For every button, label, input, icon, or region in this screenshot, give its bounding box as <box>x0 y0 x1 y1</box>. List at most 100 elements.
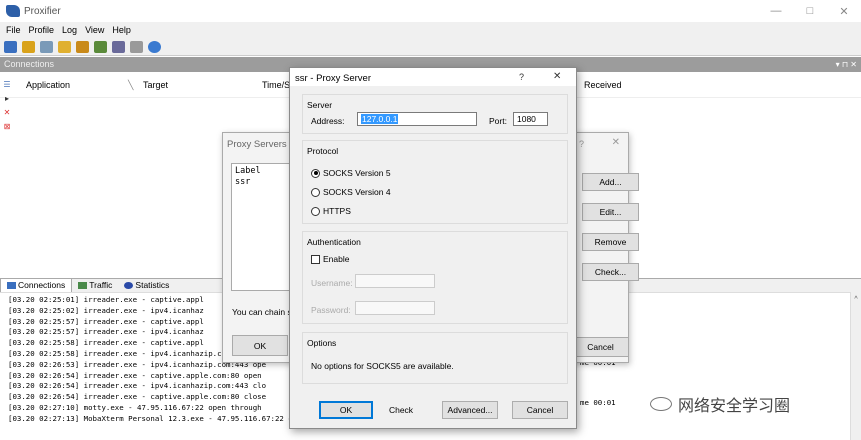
help-icon[interactable]: ? <box>519 72 524 82</box>
window-controls: — □ ✕ <box>759 0 861 22</box>
list-view-icon[interactable]: ☰ <box>2 80 12 90</box>
menu-file[interactable]: File <box>6 25 21 35</box>
radio-icon <box>311 187 320 197</box>
edit-button[interactable]: Edit... <box>582 203 639 221</box>
tab-connections-label: Connections <box>18 280 66 290</box>
tab-statistics-label: Statistics <box>135 279 170 290</box>
tab-traffic[interactable]: Traffic <box>72 278 118 292</box>
enable-label: Enable <box>323 254 350 264</box>
column-received[interactable]: Received <box>584 80 622 90</box>
log-scrollbar[interactable]: ^ <box>850 292 861 440</box>
radio-selected-icon <box>311 168 320 178</box>
column-application[interactable]: Application <box>26 80 70 90</box>
cancel-button[interactable]: Cancel <box>512 401 568 419</box>
column-target[interactable]: Target <box>143 80 168 90</box>
address-label: Address: <box>311 116 345 126</box>
tab-statistics[interactable]: Statistics <box>118 278 175 292</box>
expand-icon[interactable]: ▸ <box>2 94 12 104</box>
ok-button[interactable]: OK <box>232 335 288 356</box>
watermark-text: 网络安全学习圈 <box>678 398 791 415</box>
menu-bar: File Profile Log View Help <box>0 22 861 38</box>
https-label: HTTPS <box>323 206 351 216</box>
https-radio[interactable]: HTTPS <box>311 206 351 216</box>
address-input[interactable]: 127.0.0.1 <box>357 112 477 126</box>
enable-checkbox[interactable]: Enable <box>311 254 349 264</box>
server-group: Server Address: 127.0.0.1 Port: 1080 <box>302 94 568 134</box>
scroll-up-icon[interactable]: ^ <box>851 296 861 303</box>
toolbar <box>0 38 861 56</box>
watermark: 网络安全学习圈 <box>650 392 790 416</box>
menu-profile[interactable]: Profile <box>29 25 55 35</box>
proxifier-logo-icon <box>6 5 20 17</box>
menu-view[interactable]: View <box>85 25 104 35</box>
help-icon[interactable] <box>148 40 161 53</box>
proxy-list[interactable]: Label ssr <box>231 163 293 291</box>
column-target-marker: ╲ <box>128 80 134 90</box>
check-button[interactable]: Check... <box>582 263 639 281</box>
password-label: Password: <box>311 305 351 315</box>
list-item[interactable]: ssr <box>235 177 289 188</box>
close-all-icon[interactable]: ⊠ <box>2 122 12 132</box>
close-icon[interactable]: ✕ <box>612 137 620 148</box>
socks5-radio[interactable]: SOCKS Version 5 <box>311 168 391 178</box>
save-icon[interactable] <box>94 40 107 53</box>
wechat-icon <box>650 397 672 411</box>
advanced-icon[interactable] <box>58 40 71 53</box>
profile-icon[interactable] <box>76 40 89 53</box>
list-header-label: Label <box>235 166 261 176</box>
menu-log[interactable]: Log <box>62 25 77 35</box>
check-button[interactable]: Check <box>374 401 428 419</box>
server-group-label: Server <box>307 100 333 110</box>
proxification-rules-icon[interactable] <box>22 40 35 53</box>
advanced-button[interactable]: Advanced... <box>442 401 498 419</box>
help-icon[interactable]: ? <box>579 139 584 149</box>
minimize-button[interactable]: — <box>759 0 793 22</box>
print-icon[interactable] <box>130 40 143 53</box>
username-input[interactable] <box>355 274 435 288</box>
dialog-title: ssr - Proxy Server <box>295 73 372 84</box>
password-input[interactable] <box>355 301 435 315</box>
tab-connections[interactable]: Connections <box>0 278 73 292</box>
remove-button[interactable]: Remove <box>582 233 639 251</box>
close-connection-icon[interactable]: ✕ <box>2 108 12 118</box>
close-icon[interactable]: ✕ <box>553 71 561 82</box>
name-resolution-icon[interactable] <box>40 40 53 53</box>
add-button[interactable]: Add... <box>582 173 639 191</box>
ok-button[interactable]: OK <box>319 401 373 419</box>
options-group: Options No options for SOCKS5 are availa… <box>302 332 568 384</box>
close-button[interactable]: ✕ <box>827 0 861 22</box>
tab-traffic-label: Traffic <box>89 279 113 290</box>
title-bar: Proxifier — □ ✕ <box>0 0 861 22</box>
proxy-servers-title: Proxy Servers <box>227 139 287 150</box>
options-text: No options for SOCKS5 are available. <box>311 361 454 371</box>
username-label: Username: <box>311 278 353 288</box>
port-label: Port: <box>489 116 507 126</box>
maximize-button[interactable]: □ <box>793 0 827 22</box>
port-input[interactable]: 1080 <box>513 112 548 126</box>
proxy-servers-icon[interactable] <box>4 40 17 53</box>
app-title: Proxifier <box>24 5 61 17</box>
log-right-fragment: me 00:01 <box>580 398 616 407</box>
connections-icon <box>7 282 16 289</box>
options-group-label: Options <box>307 338 337 348</box>
connections-panel-title: Connections <box>4 59 55 69</box>
protocol-group-label: Protocol <box>307 146 339 156</box>
authentication-group-label: Authentication <box>307 237 361 247</box>
checkbox-icon <box>311 254 320 264</box>
proxy-server-dialog: ssr - Proxy Server ? ✕ Server Address: 1… <box>289 67 577 429</box>
socks4-radio[interactable]: SOCKS Version 4 <box>311 187 391 197</box>
chain-hint-text: You can chain s <box>232 307 292 317</box>
cancel-button[interactable]: Cancel <box>572 337 629 357</box>
grid-side-tools: ☰ ▸ ✕ ⊠ <box>2 80 16 136</box>
radio-icon <box>311 206 320 216</box>
address-value: 127.0.0.1 <box>361 114 399 124</box>
traffic-icon <box>78 281 88 289</box>
menu-help[interactable]: Help <box>112 25 131 35</box>
log-icon[interactable] <box>112 40 125 53</box>
authentication-group: Authentication Enable Username: Password… <box>302 231 568 324</box>
socks4-label: SOCKS Version 4 <box>323 187 391 197</box>
statistics-icon <box>124 281 134 289</box>
panel-pin-controls[interactable]: ▾ ⊓ ✕ <box>836 57 857 72</box>
socks5-label: SOCKS Version 5 <box>323 168 391 178</box>
protocol-group: Protocol SOCKS Version 5 SOCKS Version 4… <box>302 140 568 224</box>
